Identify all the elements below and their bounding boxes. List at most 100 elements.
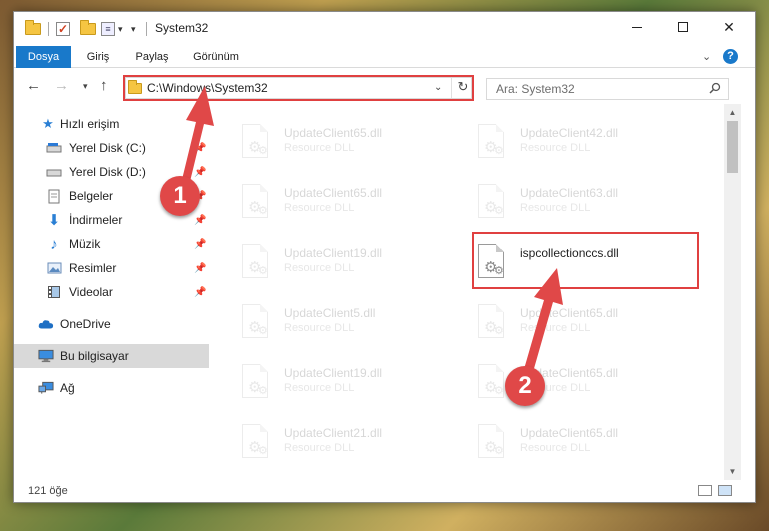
dll-file-icon: ⚙ ⚙ bbox=[238, 364, 272, 406]
file-type: Resource DLL bbox=[284, 202, 355, 214]
file-type: Resource DLL bbox=[284, 142, 355, 154]
dll-file-icon: ⚙ ⚙ bbox=[238, 184, 272, 226]
chevron-down-icon[interactable]: ▾ bbox=[118, 21, 123, 37]
file-item[interactable]: ⚙ ⚙ UpdateClient63.dll Resource DLL bbox=[474, 178, 704, 234]
navigation-bar: ← → ▾ ↑ C:\Windows\System32 ⌄ ↻ Ara: Sys… bbox=[14, 70, 755, 104]
sidebar-item-label: Resimler bbox=[69, 261, 117, 275]
tab-giris[interactable]: Giriş bbox=[82, 46, 114, 68]
search-input[interactable]: Ara: System32 bbox=[486, 78, 729, 100]
file-name: UpdateClient19.dll bbox=[284, 366, 383, 380]
music-icon: ♪ bbox=[50, 235, 58, 253]
tab-paylas[interactable]: Paylaş bbox=[132, 46, 172, 68]
file-type: Resource DLL bbox=[284, 442, 355, 454]
qa-separator bbox=[48, 21, 49, 37]
file-item[interactable]: ⚙ ⚙ UpdateClient65.dll Resource DLL bbox=[238, 118, 468, 174]
navigation-pane: ★ Hızlı erişim Yerel Disk (C:) 📌 Yerel D… bbox=[14, 104, 209, 480]
sidebar-item-label: OneDrive bbox=[60, 317, 111, 331]
close-icon: ✕ bbox=[723, 18, 735, 35]
maximize-icon bbox=[678, 22, 688, 32]
help-icon[interactable]: ? bbox=[723, 49, 738, 64]
file-type: Resource DLL bbox=[284, 382, 355, 394]
title-bar: ✓ ≡ ▾ ▾ System32 ✕ bbox=[14, 12, 755, 46]
file-item[interactable]: ⚙ ⚙ UpdateClient19.dll Resource DLL bbox=[238, 358, 468, 414]
pin-icon[interactable]: 📌 bbox=[194, 167, 206, 178]
sidebar-item-music[interactable]: ♪ Müzik 📌 bbox=[14, 232, 209, 256]
dll-file-icon: ⚙ ⚙ bbox=[238, 424, 272, 466]
cloud-icon bbox=[38, 316, 54, 332]
pin-icon[interactable]: 📌 bbox=[194, 287, 206, 298]
sidebar-item-label: Belgeler bbox=[69, 189, 114, 203]
large-icons-view-icon[interactable] bbox=[718, 485, 732, 496]
drive-icon bbox=[46, 164, 62, 180]
maximize-button[interactable] bbox=[660, 12, 706, 42]
sidebar-item-label: Yerel Disk (D:) bbox=[69, 165, 146, 179]
dll-file-icon: ⚙ ⚙ bbox=[474, 124, 508, 166]
download-icon: ⬇ bbox=[47, 212, 61, 229]
dll-file-icon: ⚙ ⚙ bbox=[238, 124, 272, 166]
network-icon bbox=[38, 380, 54, 396]
dll-file-icon: ⚙ ⚙ bbox=[238, 244, 272, 286]
sidebar-item-label: Videolar bbox=[69, 285, 113, 299]
file-name: UpdateClient19.dll bbox=[284, 246, 383, 260]
details-view-icon[interactable] bbox=[698, 485, 712, 496]
up-arrow-icon[interactable]: ↑ bbox=[100, 77, 108, 94]
file-highlight-box bbox=[472, 232, 699, 289]
file-name: UpdateClient21.dll bbox=[284, 426, 383, 440]
pin-icon[interactable]: 📌 bbox=[194, 263, 206, 274]
dll-file-icon: ⚙ ⚙ bbox=[474, 304, 508, 346]
sidebar-item-disk-c[interactable]: Yerel Disk (C:) 📌 bbox=[14, 136, 209, 160]
tab-dosya[interactable]: Dosya bbox=[16, 46, 71, 68]
file-item[interactable]: ⚙ ⚙ UpdateClient65.dll Resource DLL bbox=[474, 418, 704, 474]
properties-icon[interactable]: ≡ bbox=[101, 21, 115, 37]
sidebar-item-videos[interactable]: Videolar 📌 bbox=[14, 280, 209, 304]
properties-check-icon[interactable]: ✓ bbox=[56, 21, 70, 37]
file-item[interactable]: ⚙ ⚙ UpdateClient65.dll Resource DLL bbox=[474, 298, 704, 354]
computer-icon bbox=[38, 348, 54, 364]
file-item[interactable]: ⚙ ⚙ UpdateClient5.dll Resource DLL bbox=[238, 298, 468, 354]
title-separator bbox=[146, 21, 147, 37]
scroll-thumb[interactable] bbox=[727, 121, 738, 173]
sidebar-item-quick-access[interactable]: ★ Hızlı erişim bbox=[14, 112, 209, 136]
file-type: Resource DLL bbox=[520, 322, 591, 334]
file-explorer-window: ✓ ≡ ▾ ▾ System32 ✕ Dosya Giriş Paylaş Gö… bbox=[13, 11, 756, 503]
video-icon bbox=[46, 284, 62, 300]
new-folder-icon[interactable] bbox=[80, 20, 96, 37]
sidebar-item-pictures[interactable]: Resimler 📌 bbox=[14, 256, 209, 280]
minimize-button[interactable] bbox=[614, 12, 660, 42]
sidebar-item-label: İndirmeler bbox=[69, 213, 123, 227]
recent-locations-icon[interactable]: ▾ bbox=[83, 81, 88, 92]
step-2-badge: 2 bbox=[505, 366, 545, 406]
sidebar-item-label: Hızlı erişim bbox=[60, 117, 120, 131]
file-item[interactable]: ⚙ ⚙ UpdateClient21.dll Resource DLL bbox=[238, 418, 468, 474]
file-type: Resource DLL bbox=[284, 322, 355, 334]
pin-icon[interactable]: 📌 bbox=[194, 239, 206, 250]
file-name: UpdateClient5.dll bbox=[284, 306, 376, 320]
window-title: System32 bbox=[155, 21, 209, 35]
sidebar-item-onedrive[interactable]: OneDrive bbox=[14, 312, 209, 336]
sidebar-item-this-pc[interactable]: Bu bilgisayar bbox=[14, 344, 209, 368]
customize-qa-icon[interactable]: ▾ bbox=[131, 21, 136, 37]
close-button[interactable]: ✕ bbox=[706, 12, 752, 42]
file-item[interactable]: ⚙ ⚙ UpdateClient19.dll Resource DLL bbox=[238, 238, 468, 294]
back-arrow-icon[interactable]: ← bbox=[26, 77, 41, 94]
scroll-down-icon[interactable]: ▼ bbox=[724, 463, 741, 480]
file-item[interactable]: ⚙ ⚙ UpdateClient42.dll Resource DLL bbox=[474, 118, 704, 174]
search-placeholder: Ara: System32 bbox=[496, 82, 575, 96]
dll-file-icon: ⚙ ⚙ bbox=[474, 424, 508, 466]
sidebar-item-network[interactable]: Ağ bbox=[14, 376, 209, 400]
file-item[interactable]: ⚙ ⚙ UpdateClient65.dll Resource DLL bbox=[238, 178, 468, 234]
tab-gorunum[interactable]: Görünüm bbox=[188, 46, 244, 68]
expand-ribbon-icon[interactable]: ⌄ bbox=[702, 50, 711, 63]
minimize-icon bbox=[632, 26, 642, 28]
vertical-scrollbar[interactable]: ▲ ▼ bbox=[724, 104, 741, 480]
file-name: UpdateClient65.dll bbox=[520, 426, 619, 440]
search-icon bbox=[709, 82, 721, 94]
dll-file-icon: ⚙ ⚙ bbox=[238, 304, 272, 346]
pin-icon[interactable]: 📌 bbox=[194, 215, 206, 226]
folder-icon bbox=[25, 20, 41, 37]
forward-arrow-icon[interactable]: → bbox=[54, 77, 69, 94]
pin-icon[interactable]: 📌 bbox=[194, 143, 206, 154]
dll-file-icon: ⚙ ⚙ bbox=[474, 184, 508, 226]
documents-icon bbox=[46, 188, 62, 204]
scroll-up-icon[interactable]: ▲ bbox=[724, 104, 741, 121]
